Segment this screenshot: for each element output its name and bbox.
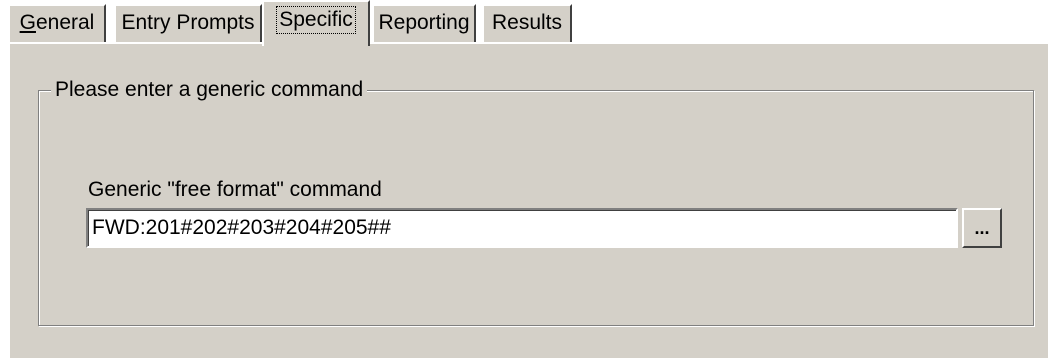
browse-button[interactable]: ... (962, 208, 1002, 248)
command-input[interactable] (86, 208, 958, 248)
tab-general[interactable]: General (8, 4, 106, 42)
tab-general-label: eneral (35, 11, 95, 34)
tab-general-mnemonic: G (19, 11, 36, 34)
tab-results-label: Results (491, 11, 563, 34)
tab-specific[interactable]: Specific (262, 0, 370, 46)
tab-entry-prompts[interactable]: Entry Prompts (114, 4, 262, 42)
command-field-label: Generic "free format" command (88, 178, 382, 201)
tab-entry-prompts-label: Entry Prompts (121, 11, 255, 34)
tab-reporting-label: Reporting (378, 11, 470, 34)
tab-specific-label: Specific (276, 6, 356, 34)
tab-results[interactable]: Results (482, 4, 572, 42)
groupbox-legend: Please enter a generic command (51, 75, 368, 105)
tab-panel-specific: Please enter a generic command Generic "… (8, 42, 1048, 358)
tab-strip: General Entry Prompts Specific Reporting… (8, 0, 1048, 46)
tab-reporting[interactable]: Reporting (372, 4, 476, 42)
